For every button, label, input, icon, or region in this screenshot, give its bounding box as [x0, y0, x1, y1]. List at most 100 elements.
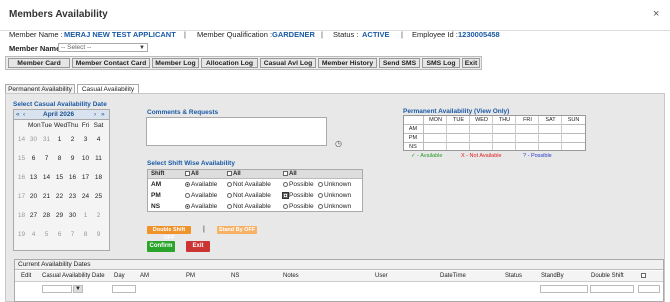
column-header[interactable]: DateTime — [440, 271, 466, 281]
shift-option-radio[interactable]: Not Available — [227, 179, 271, 190]
calendar-day[interactable]: 2 — [93, 209, 104, 222]
column-header[interactable]: PM — [186, 271, 195, 281]
permanent-row-ns: NS — [404, 143, 585, 151]
member-log-button[interactable]: Member Log — [152, 58, 199, 68]
sms-log-button[interactable]: SMS Log — [422, 58, 460, 68]
calendar-day[interactable]: 27 — [28, 209, 39, 222]
radio-icon — [318, 203, 323, 209]
calendar-day[interactable]: 13 — [28, 171, 39, 184]
next-year-icon[interactable]: » — [101, 110, 105, 119]
standby-filter-input[interactable] — [540, 285, 588, 293]
calendar-day[interactable]: 9 — [67, 152, 78, 165]
exit-toolbar-button[interactable]: Exit — [462, 58, 480, 68]
column-header[interactable]: Notes — [283, 271, 299, 281]
calendar-day[interactable]: 1 — [54, 133, 65, 146]
calendar-day[interactable]: 8 — [54, 152, 65, 165]
shift-option-radio[interactable]: Possible — [282, 190, 314, 201]
shift-wise-title: Select Shift Wise Availability — [147, 160, 235, 167]
shift-option-radio[interactable]: Possible — [283, 179, 314, 190]
shift-option-radio[interactable]: Not Available — [227, 190, 271, 201]
calendar-day[interactable]: 4 — [28, 228, 39, 241]
calendar-day[interactable]: 25 — [93, 190, 104, 203]
clock-icon[interactable]: ◷ — [335, 139, 342, 148]
calendar-day[interactable]: 14 — [41, 171, 52, 184]
calendar-day[interactable]: 31 — [41, 133, 52, 146]
comments-textarea[interactable] — [146, 117, 327, 146]
all-possible-checkbox[interactable]: All — [283, 170, 297, 178]
calendar-day[interactable]: 9 — [93, 228, 104, 241]
member-card-button[interactable]: Member Card — [8, 58, 70, 68]
allocation-log-button[interactable]: Allocation Log — [201, 58, 258, 68]
member-select[interactable]: -- Select -- ▼ — [58, 43, 148, 52]
column-header[interactable]: Edit — [21, 271, 31, 281]
column-header[interactable]: Double Shift — [591, 271, 624, 281]
calendar-day[interactable]: 8 — [80, 228, 91, 241]
confirm-button[interactable]: Confirm — [147, 241, 175, 252]
column-header[interactable]: StandBy — [541, 271, 564, 281]
date-filter-input[interactable] — [42, 285, 72, 293]
day-header: FRI — [523, 117, 532, 123]
select-filter-input[interactable] — [638, 285, 660, 293]
calendar-day[interactable]: 30 — [67, 209, 78, 222]
day-filter-input[interactable] — [112, 285, 136, 293]
calendar-day[interactable]: 24 — [80, 190, 91, 203]
member-contact-card-button[interactable]: Member Contact Card — [72, 58, 150, 68]
column-header[interactable]: NS — [231, 271, 239, 281]
shift-option-radio[interactable]: Unknown — [318, 190, 351, 201]
prev-year-icon[interactable]: « — [16, 110, 20, 119]
calendar-day[interactable]: 4 — [93, 133, 104, 146]
separator: | — [184, 30, 186, 39]
calendar-day[interactable]: 23 — [67, 190, 78, 203]
permanent-day-header: MON TUE WED THU FRI SAT SUN — [404, 116, 585, 125]
shift-option-radio[interactable]: Available — [185, 179, 217, 190]
calendar-day[interactable]: 22 — [54, 190, 65, 203]
calendar-day[interactable]: 18 — [93, 171, 104, 184]
all-not-available-checkbox[interactable]: All — [227, 170, 241, 178]
select-all-checkbox[interactable] — [641, 273, 646, 278]
member-history-button[interactable]: Member History — [318, 58, 377, 68]
calendar-day[interactable]: 6 — [28, 152, 39, 165]
calendar-day[interactable]: 21 — [41, 190, 52, 203]
permanent-availability-title: Permanent Availability (View Only) — [403, 108, 510, 115]
shift-option-radio[interactable]: Possible — [283, 201, 314, 212]
column-header[interactable]: AM — [140, 271, 149, 281]
calendar-day[interactable]: 6 — [54, 228, 65, 241]
calendar-day[interactable]: 30 — [28, 133, 39, 146]
shift-option-radio[interactable]: Unknown — [318, 179, 351, 190]
calendar-week-row: 19 4 5 6 7 8 9 — [14, 228, 109, 241]
shift-option-radio[interactable]: Available — [185, 190, 217, 201]
calendar-day[interactable]: 28 — [41, 209, 52, 222]
calendar-day[interactable]: 7 — [67, 228, 78, 241]
casual-avl-log-button[interactable]: Casual Avl Log — [260, 58, 316, 68]
calendar-day[interactable]: 11 — [93, 152, 104, 165]
filter-icon[interactable]: ▼ — [73, 285, 83, 293]
member-select-value: -- Select -- — [61, 44, 92, 51]
shift-option-radio[interactable]: Not Available — [227, 201, 271, 212]
prev-month-icon[interactable]: ‹ — [23, 110, 25, 119]
column-header[interactable]: Day — [114, 271, 125, 281]
calendar-day[interactable]: 16 — [67, 171, 78, 184]
calendar-day[interactable]: 5 — [41, 228, 52, 241]
next-month-icon[interactable]: › — [94, 110, 96, 119]
all-available-checkbox[interactable]: All — [185, 170, 199, 178]
exit-button[interactable]: Exit — [186, 241, 210, 252]
close-icon[interactable]: × — [653, 8, 659, 20]
calendar-day[interactable]: 7 — [41, 152, 52, 165]
calendar-day[interactable]: 29 — [54, 209, 65, 222]
send-sms-button[interactable]: Send SMS — [379, 58, 420, 68]
shift-option-radio[interactable]: Unknown — [318, 201, 351, 212]
calendar-day[interactable]: 15 — [54, 171, 65, 184]
shift-option-radio[interactable]: Available — [185, 201, 217, 212]
calendar-day[interactable]: 3 — [80, 133, 91, 146]
calendar-day[interactable]: 2 — [67, 133, 78, 146]
double-shift-toggle[interactable]: Double Shift OFF — [147, 226, 191, 241]
column-header[interactable]: Casual Availability Date — [42, 271, 105, 281]
calendar-day[interactable]: 20 — [28, 190, 39, 203]
stand-by-toggle[interactable]: Stand By OFF — [217, 226, 257, 234]
column-header[interactable]: User — [375, 271, 388, 281]
double-shift-filter-input[interactable] — [590, 285, 634, 293]
calendar-day[interactable]: 17 — [80, 171, 91, 184]
calendar-day[interactable]: 10 — [80, 152, 91, 165]
calendar-day[interactable]: 1 — [80, 209, 91, 222]
column-header[interactable]: Status — [505, 271, 522, 281]
